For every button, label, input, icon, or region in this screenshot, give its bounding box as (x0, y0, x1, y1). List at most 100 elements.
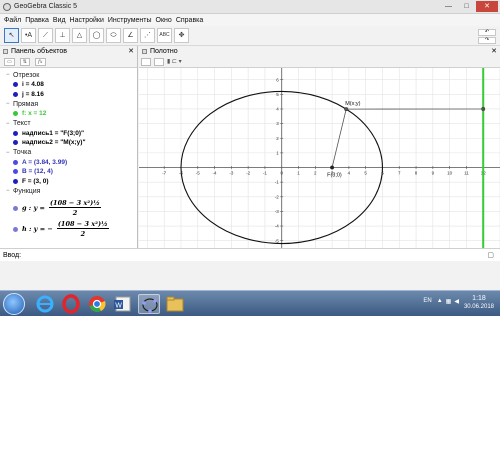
move-graphics-tool-icon[interactable]: ✥ (174, 28, 189, 43)
function-h-numerator: (108 − 3 x²)½ (56, 220, 109, 229)
sort-by-icon[interactable]: ⇅ (19, 57, 30, 66)
collapse-icon[interactable]: − (6, 101, 13, 107)
move-tool-icon[interactable]: ↖ (4, 28, 19, 43)
function-g-row[interactable]: g : y = (108 − 3 x²)½ 2 (6, 196, 137, 220)
line-tool-icon[interactable]: ⟋ (38, 28, 53, 43)
explorer-app-icon[interactable] (164, 294, 186, 314)
visibility-dot-icon[interactable] (13, 178, 18, 184)
function-g-numerator: (108 − 3 x²)½ (48, 199, 101, 208)
undo-icon[interactable]: ↶ (478, 29, 496, 36)
reflect-tool-icon[interactable]: ⋰ (140, 28, 155, 43)
clock[interactable]: 1:18 30.06.2018 (464, 294, 494, 312)
collapse-icon[interactable]: − (6, 150, 13, 156)
visibility-dot-icon[interactable] (13, 91, 18, 97)
x-tick-label: -7 (162, 171, 166, 176)
perpendicular-tool-icon[interactable]: ⊥ (55, 28, 70, 43)
algebra-panel-close-icon[interactable]: ✕ (128, 47, 134, 55)
category-point[interactable]: − Точка (6, 148, 137, 158)
opera-app-icon[interactable] (60, 294, 82, 314)
text-tool-icon[interactable]: ABC (157, 28, 172, 43)
category-line[interactable]: − Прямая (6, 99, 137, 109)
visibility-dot-icon[interactable] (13, 130, 18, 136)
visibility-dot-icon[interactable] (13, 111, 18, 117)
axes-toggle-icon[interactable] (141, 57, 151, 66)
clock-date: 30.06.2018 (463, 304, 494, 310)
volume-icon[interactable]: ◀ (454, 298, 459, 305)
menu-file[interactable]: Файл (4, 17, 21, 24)
y-tick-label: -1 (275, 180, 279, 185)
geogebra-app-icon[interactable] (138, 294, 160, 314)
list-item[interactable]: F = (3, 0) (6, 177, 137, 187)
collapse-icon[interactable]: − (6, 121, 13, 127)
menu-view[interactable]: Вид (53, 17, 66, 24)
graphics-canvas[interactable]: -7-6-5-4-3-2-10123456789101112-5-4-3-2-1… (139, 68, 500, 248)
fx-icon[interactable]: fx (34, 57, 46, 66)
list-item[interactable]: надпись2 = "M(x;y)" (6, 138, 137, 148)
windows-taskbar: W EN ▲ ▦ ◀ 1:18 30.06.2018 (0, 290, 500, 316)
ellipse-tool-icon[interactable]: ⬭ (106, 28, 121, 43)
x-tick-label: 4 (348, 171, 351, 176)
minimize-button[interactable]: — (440, 1, 457, 12)
list-item[interactable]: f: x = 12 (6, 109, 137, 119)
y-tick-label: -4 (275, 224, 279, 229)
x-tick-label: -1 (263, 171, 267, 176)
panel-menu-icon[interactable] (142, 48, 147, 54)
visibility-dot-icon[interactable] (13, 169, 18, 175)
menu-tools[interactable]: Инструменты (108, 17, 152, 24)
network-icon[interactable]: ▦ (446, 298, 452, 305)
list-item[interactable]: A = (3.84, 3.99) (6, 158, 137, 168)
menu-window[interactable]: Окно (156, 17, 172, 24)
list-item[interactable]: i = 4.08 (6, 80, 137, 90)
x-tick-label: -3 (229, 171, 233, 176)
point-m[interactable] (344, 107, 349, 112)
visibility-dot-icon[interactable] (13, 82, 18, 88)
visibility-dot-icon[interactable] (13, 140, 18, 146)
graphics-panel-close-icon[interactable]: ✕ (491, 47, 497, 55)
circle-tool-icon[interactable]: ◯ (89, 28, 104, 43)
system-tray: EN ▲ ▦ ◀ 1:18 30.06.2018 (423, 294, 494, 312)
x-tick-label: 0 (280, 171, 283, 176)
start-button-icon[interactable] (3, 293, 25, 315)
menu-settings[interactable]: Настройки (70, 17, 104, 24)
list-item[interactable]: B = (12, 4) (6, 167, 137, 177)
visibility-dot-icon[interactable] (13, 205, 18, 211)
point-tool-icon[interactable]: •A (21, 28, 36, 43)
category-segment[interactable]: − Отрезок (6, 70, 137, 80)
show-hidden-icon[interactable]: ▲ (437, 298, 443, 305)
angle-tool-icon[interactable]: ∠ (123, 28, 138, 43)
list-item[interactable]: надпись1 = "F(3;0)" (6, 129, 137, 139)
visibility-dot-icon[interactable] (13, 226, 18, 232)
grid-toggle-icon[interactable] (154, 57, 164, 66)
input-field[interactable] (25, 250, 465, 260)
input-help-icon[interactable]: ▢ (487, 251, 494, 259)
chrome-app-icon[interactable] (86, 294, 108, 314)
input-bar: Ввод: ▢ (0, 248, 500, 261)
polygon-tool-icon[interactable]: △ (72, 28, 87, 43)
list-item[interactable]: j = 8.16 (6, 90, 137, 100)
graphics-panel-header: Полотно ✕ (139, 46, 500, 56)
category-text[interactable]: − Текст (6, 119, 137, 129)
function-h-row[interactable]: h : y = − (108 − 3 x²)½ 2 (6, 220, 137, 238)
menu-edit[interactable]: Правка (25, 17, 49, 24)
menu-help[interactable]: Справка (176, 17, 203, 24)
redo-icon[interactable]: ↷ (478, 37, 496, 44)
visibility-dot-icon[interactable] (13, 159, 18, 165)
word-app-icon[interactable]: W (112, 294, 134, 314)
title-bar: GeoGebra Classic 5 — □ ✕ (0, 0, 500, 14)
graphics-panel: Полотно ✕ ▮ ⊏ ▾ -7 -6 -5 -4 -3 -2 -1 0 1 2 3 4 5 6 7 8 9… (139, 46, 500, 248)
algebra-style-bar: ▭ ⇅ fx (0, 56, 137, 68)
collapse-icon[interactable]: − (6, 72, 13, 78)
point-b[interactable] (481, 106, 486, 111)
tray-icons: ▲ ▦ ◀ (437, 298, 459, 305)
panel-menu-icon[interactable] (3, 48, 8, 54)
language-indicator[interactable]: EN (423, 298, 431, 304)
collapse-icon[interactable]: − (6, 188, 13, 194)
category-function[interactable]: − Функция (6, 186, 137, 196)
close-button[interactable]: ✕ (476, 1, 498, 12)
point-f[interactable] (330, 165, 335, 170)
algebra-object-list: − Отрезок i = 4.08 j = 8.16 − Прямая f: x … (0, 68, 137, 238)
maximize-button[interactable]: □ (458, 1, 475, 12)
toggle-auxiliary-icon[interactable]: ▭ (4, 57, 15, 66)
ie-app-icon[interactable] (34, 294, 56, 314)
point-capture-icon[interactable]: ▮ ⊏ ▾ (167, 58, 182, 65)
